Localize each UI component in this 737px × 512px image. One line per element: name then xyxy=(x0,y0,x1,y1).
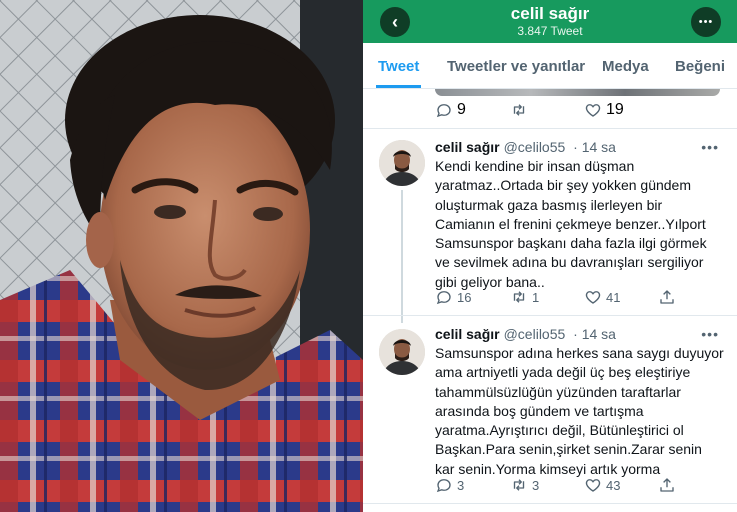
like-count: 41 xyxy=(606,289,621,305)
tweet-more-button[interactable]: ••• xyxy=(701,139,719,155)
avatar[interactable] xyxy=(379,140,425,186)
author-handle: @celilo55 xyxy=(503,326,566,342)
tweet-more-button[interactable]: ••• xyxy=(701,326,719,342)
share-action[interactable] xyxy=(658,476,680,494)
reply-action[interactable]: 3 xyxy=(435,476,464,494)
reply-action[interactable]: 16 xyxy=(435,288,471,306)
reply-icon xyxy=(436,479,451,493)
profile-photo xyxy=(0,0,363,512)
reply-icon xyxy=(436,291,451,305)
profile-tabs: Tweet Tweetler ve yanıtlar Medya Beğeni xyxy=(363,43,737,89)
retweet-icon xyxy=(513,291,525,303)
tab-tweets-and-replies[interactable]: Tweetler ve yanıtlar xyxy=(447,58,585,88)
retweet-icon xyxy=(513,104,525,116)
more-horizontal-icon: ••• xyxy=(701,139,719,155)
heart-icon xyxy=(585,291,601,304)
reply-count: 9 xyxy=(457,101,466,118)
tweet-text: Samsunspor adına herkes sana saygı duyuy… xyxy=(435,345,724,477)
twitter-profile-pane: ‹ celil sağır 3.847 Tweet ••• Tweet Twee… xyxy=(363,0,737,512)
more-options-button[interactable]: ••• xyxy=(691,7,721,37)
reply-icon xyxy=(436,104,451,118)
heart-icon xyxy=(585,479,601,492)
tweet-author[interactable]: celil sağır @celilo55 · 14 sa xyxy=(435,139,616,155)
like-action[interactable]: 43 xyxy=(584,476,620,494)
author-name: celil sağır xyxy=(435,139,500,155)
tab-media[interactable]: Medya xyxy=(602,58,649,88)
divider xyxy=(363,128,737,129)
tweet-count: 3.847 Tweet xyxy=(517,24,583,38)
like-action[interactable]: 41 xyxy=(584,288,620,306)
tab-tweet[interactable]: Tweet xyxy=(375,58,422,88)
thread-connector xyxy=(401,190,403,323)
retweet-icon xyxy=(513,479,525,491)
divider xyxy=(363,503,737,504)
tweet-time: · 14 sa xyxy=(573,139,616,155)
retweet-action[interactable] xyxy=(510,101,532,119)
profile-name-title: celil sağır xyxy=(510,4,590,23)
tab-likes[interactable]: Beğeni xyxy=(675,58,725,88)
profile-header-bar: ‹ celil sağır 3.847 Tweet ••• xyxy=(363,0,737,43)
divider xyxy=(363,315,737,316)
like-count: 19 xyxy=(606,101,624,118)
like-count: 43 xyxy=(606,477,621,493)
reply-count: 3 xyxy=(457,477,465,493)
retweet-count: 1 xyxy=(532,289,540,305)
author-handle: @celilo55 xyxy=(503,139,566,155)
retweet-count: 3 xyxy=(532,477,540,493)
previous-tweet-media[interactable] xyxy=(435,89,720,96)
tweet-time: · 14 sa xyxy=(573,326,616,342)
share-icon xyxy=(660,290,674,304)
avatar[interactable] xyxy=(379,329,425,375)
reply-count: 16 xyxy=(457,289,472,305)
tweet-author[interactable]: celil sağır @celilo55 · 14 sa xyxy=(435,326,616,342)
author-name: celil sağır xyxy=(435,326,500,342)
retweet-action[interactable]: 1 xyxy=(510,288,539,306)
reply-action[interactable]: 9 xyxy=(435,101,466,119)
more-horizontal-icon: ••• xyxy=(701,326,719,342)
share-icon xyxy=(660,478,674,492)
tweet-text: Kendi kendine bir insan düşman yaratmaz.… xyxy=(435,158,707,290)
share-action[interactable] xyxy=(658,288,680,306)
heart-icon xyxy=(585,104,601,117)
like-action[interactable]: 19 xyxy=(584,101,624,119)
retweet-action[interactable]: 3 xyxy=(510,476,539,494)
more-horizontal-icon: ••• xyxy=(698,16,714,28)
